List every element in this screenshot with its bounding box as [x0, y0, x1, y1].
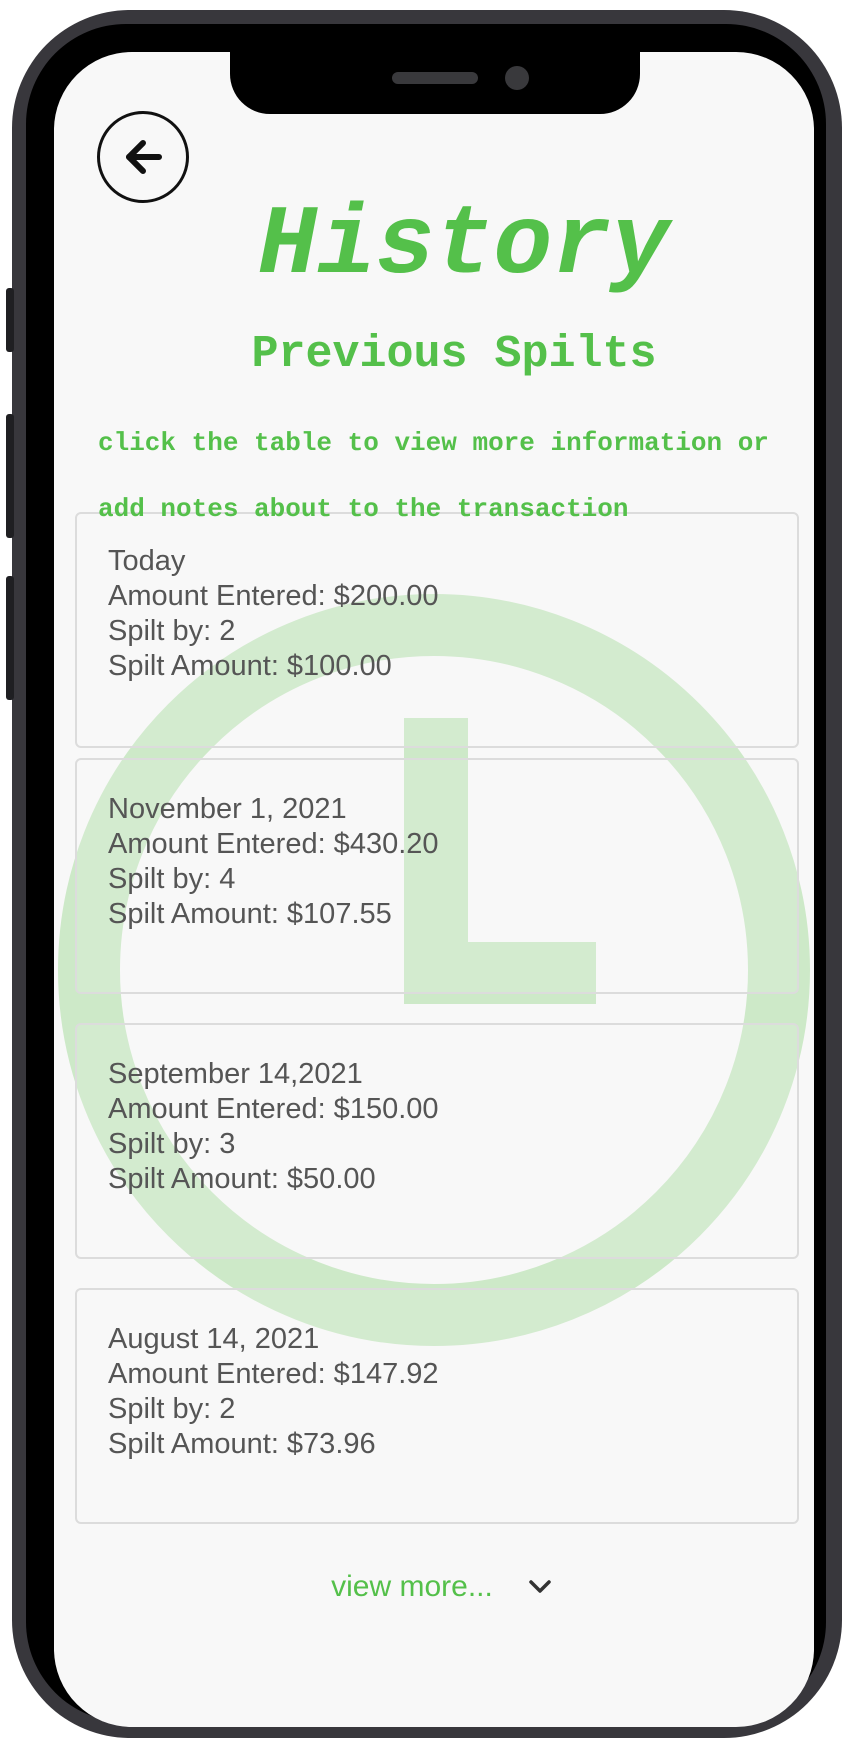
back-button[interactable]: [97, 111, 189, 203]
transaction-card[interactable]: Today Amount Entered: $200.00 Spilt by: …: [75, 512, 799, 748]
chevron-down-icon: [527, 1578, 553, 1596]
amount-entered: Amount Entered: $200.00: [108, 580, 439, 612]
page-title: History: [258, 191, 670, 302]
speaker: [392, 72, 478, 84]
phone-side-button: [6, 414, 14, 538]
view-more-button[interactable]: view more...: [0, 1570, 848, 1604]
split-amount: Spilt Amount: $50.00: [108, 1163, 376, 1195]
camera: [505, 66, 529, 90]
split-by: Spilt by: 4: [108, 863, 236, 895]
split-by: Spilt by: 2: [108, 1393, 236, 1425]
split-amount: Spilt Amount: $107.55: [108, 898, 392, 930]
phone-side-button: [6, 576, 14, 700]
split-by: Spilt by: 3: [108, 1128, 236, 1160]
amount-entered: Amount Entered: $147.92: [108, 1358, 439, 1390]
transaction-date: November 1, 2021: [108, 793, 347, 825]
transaction-date: August 14, 2021: [108, 1323, 320, 1355]
view-more-label: view more...: [331, 1570, 493, 1603]
split-by: Spilt by: 2: [108, 615, 236, 647]
amount-entered: Amount Entered: $150.00: [108, 1093, 439, 1125]
page-subtitle: Previous Spilts: [251, 329, 657, 380]
split-amount: Spilt Amount: $100.00: [108, 650, 392, 682]
split-amount: Spilt Amount: $73.96: [108, 1428, 376, 1460]
transaction-card[interactable]: August 14, 2021 Amount Entered: $147.92 …: [75, 1288, 799, 1524]
transaction-date: Today: [108, 545, 186, 577]
instructions-text: click the table to view more information…: [98, 428, 769, 524]
transaction-card[interactable]: November 1, 2021 Amount Entered: $430.20…: [75, 758, 799, 994]
amount-entered: Amount Entered: $430.20: [108, 828, 439, 860]
arrow-left-icon: [126, 140, 162, 174]
transaction-card[interactable]: September 14,2021 Amount Entered: $150.0…: [75, 1023, 799, 1259]
transaction-date: September 14,2021: [108, 1058, 363, 1090]
phone-notch: [230, 52, 640, 114]
